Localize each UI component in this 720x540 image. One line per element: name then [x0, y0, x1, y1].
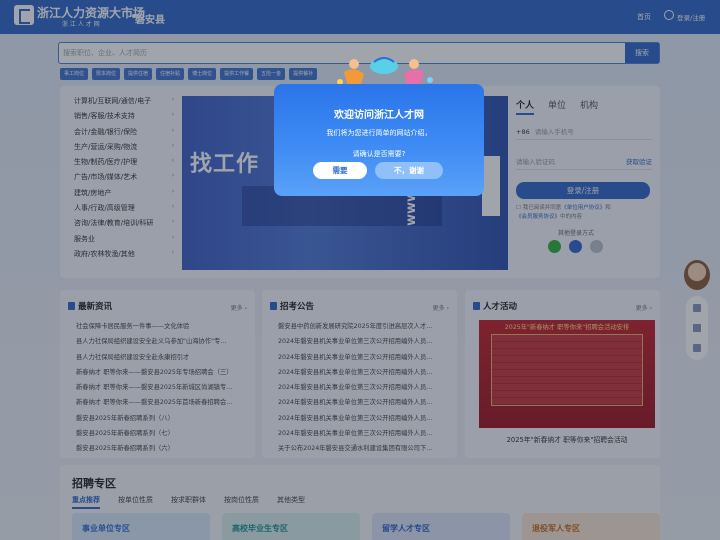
modal-description: 我们将为您进行简单的网站介绍， — [326, 129, 432, 137]
modal-title: 欢迎访问浙江人才网 — [334, 110, 424, 121]
modal-question: 请确认是否需要? — [352, 150, 406, 158]
decline-tour-button[interactable]: 不，谢谢 — [375, 162, 443, 179]
welcome-modal: 欢迎访问浙江人才网 我们将为您进行简单的网站介绍， 请确认是否需要? 需要 不，… — [274, 84, 484, 196]
accept-tour-button[interactable]: 需要 — [313, 162, 367, 179]
